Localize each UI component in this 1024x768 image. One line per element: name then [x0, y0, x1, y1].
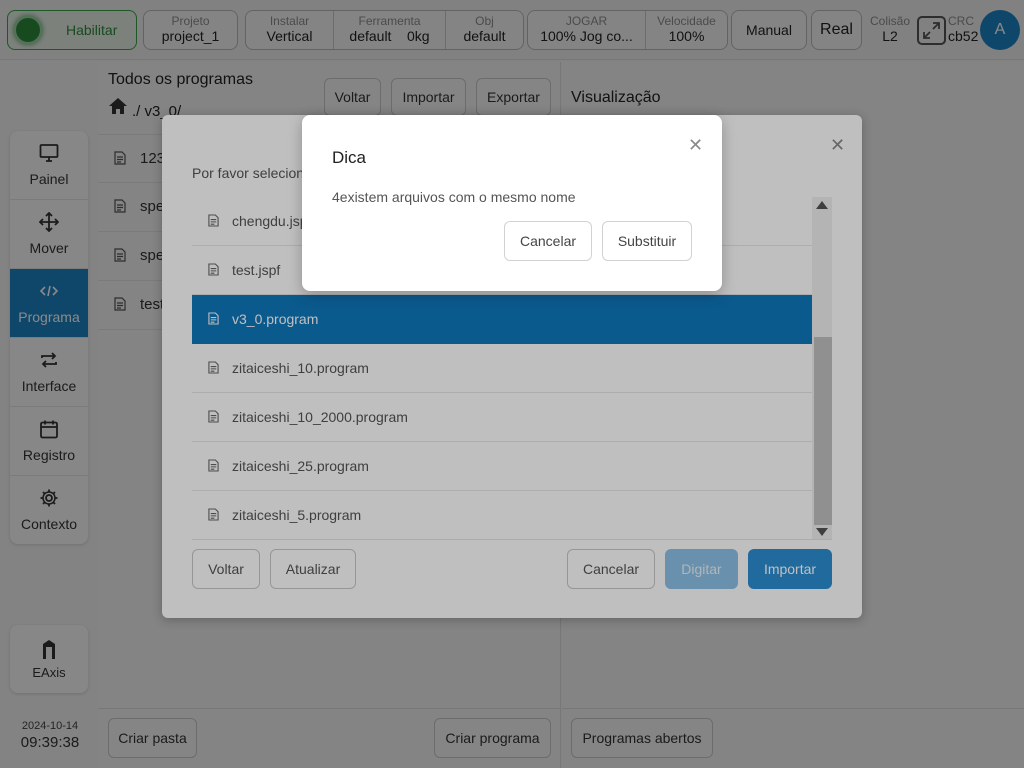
tip-dialog: ✕ Dica 4existem arquivos com o mesmo nom… [302, 115, 722, 291]
tip-cancel-button[interactable]: Cancelar [504, 221, 592, 261]
replace-button[interactable]: Substituir [602, 221, 692, 261]
close-icon[interactable]: ✕ [688, 136, 703, 154]
tip-title: Dica [332, 148, 367, 167]
tip-message: 4existem arquivos com o mesmo nome [332, 189, 576, 205]
